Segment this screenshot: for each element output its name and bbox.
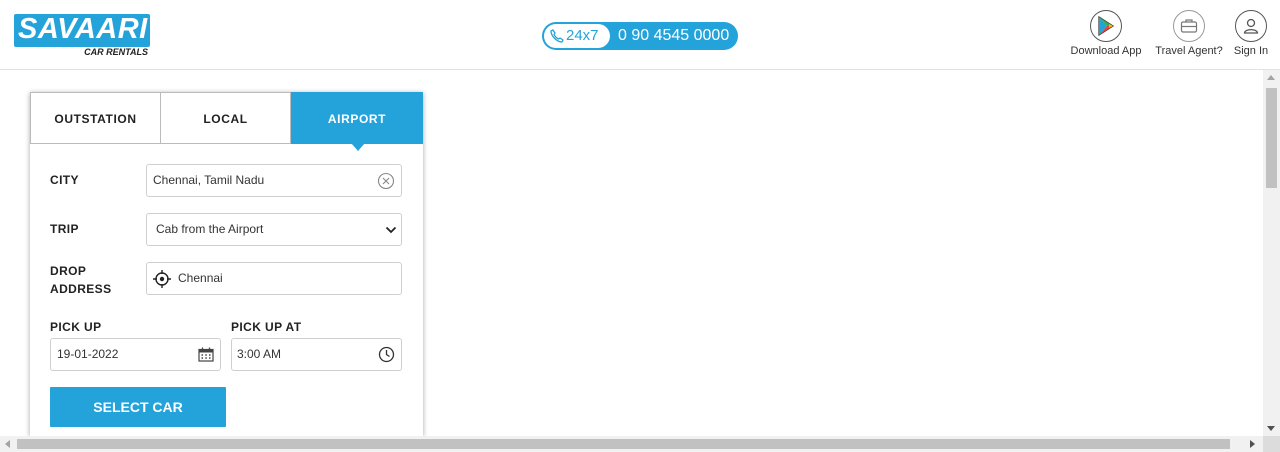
phone-number[interactable]: 0 90 4545 0000: [618, 22, 729, 50]
tab-local[interactable]: LOCAL: [161, 92, 291, 144]
travel-agent-link[interactable]: Travel Agent?: [1152, 10, 1226, 57]
drop-address-input[interactable]: Chennai: [146, 262, 402, 295]
support-hours-badge: 24x7: [544, 24, 610, 48]
pickup-time-label: PICK UP AT: [231, 320, 302, 334]
scroll-down-arrow-icon[interactable]: [1267, 426, 1275, 431]
download-app-label: Download App: [1070, 45, 1142, 57]
logo-tagline: CAR RENTALS: [84, 47, 148, 57]
calendar-icon[interactable]: [198, 347, 214, 362]
trip-label: TRIP: [50, 222, 79, 236]
horizontal-scroll-thumb[interactable]: [17, 439, 1230, 449]
tab-airport[interactable]: AIRPORT: [291, 92, 423, 151]
clear-icon[interactable]: [377, 172, 395, 190]
chevron-down-icon: [385, 226, 397, 234]
pickup-date-value: 19-01-2022: [57, 347, 119, 361]
scroll-right-arrow-icon[interactable]: [1250, 440, 1255, 448]
vertical-scroll-thumb[interactable]: [1266, 88, 1277, 188]
trip-value: Cab from the Airport: [156, 222, 264, 236]
page: SAVAARI CAR RENTALS 24x7 0 90 4545 0000: [0, 0, 1280, 452]
locate-icon[interactable]: [152, 269, 172, 289]
play-store-icon: [1090, 10, 1122, 42]
drop-label-line2: ADDRESS: [50, 282, 112, 296]
scroll-up-arrow-icon[interactable]: [1267, 75, 1275, 80]
horizontal-scrollbar[interactable]: [0, 436, 1263, 452]
sign-in-label: Sign In: [1233, 45, 1269, 57]
travel-agent-label: Travel Agent?: [1155, 45, 1223, 57]
savaari-logo[interactable]: SAVAARI CAR RENTALS: [14, 13, 150, 60]
logo-name: SAVAARI: [18, 13, 148, 45]
vertical-scrollbar[interactable]: [1263, 70, 1280, 436]
pickup-time-value: 3:00 AM: [237, 347, 282, 361]
trip-type-tabs: OUTSTATION LOCAL AIRPORT: [30, 92, 423, 151]
drop-address-value: Chennai: [178, 271, 223, 285]
phone-icon: [550, 29, 564, 43]
support-hours: 24x7: [566, 27, 599, 44]
tab-outstation[interactable]: OUTSTATION: [30, 92, 161, 144]
clock-icon[interactable]: [378, 346, 395, 363]
site-header: SAVAARI CAR RENTALS 24x7 0 90 4545 0000: [0, 0, 1280, 70]
briefcase-icon: [1173, 10, 1205, 42]
sign-in-link[interactable]: Sign In: [1229, 10, 1273, 57]
download-app-link[interactable]: Download App: [1066, 10, 1146, 57]
pickup-time-input[interactable]: 3:00 AM: [231, 338, 402, 371]
city-input[interactable]: Chennai, Tamil Nadu: [146, 164, 402, 197]
scroll-left-arrow-icon[interactable]: [5, 440, 10, 448]
pickup-date-input[interactable]: 19-01-2022: [50, 338, 221, 371]
select-car-button[interactable]: SELECT CAR: [50, 387, 226, 427]
trip-select[interactable]: Cab from the Airport: [146, 213, 402, 246]
booking-widget: OUTSTATION LOCAL AIRPORT CITY Chennai, T…: [30, 92, 423, 436]
user-icon: [1235, 10, 1267, 42]
scrollbar-corner: [1263, 436, 1280, 452]
city-value: Chennai, Tamil Nadu: [153, 173, 265, 187]
drop-label-line1: DROP: [50, 264, 87, 278]
city-label: CITY: [50, 173, 79, 187]
pickup-date-label: PICK UP: [50, 320, 102, 334]
phone-support[interactable]: 24x7 0 90 4545 0000: [542, 22, 738, 50]
